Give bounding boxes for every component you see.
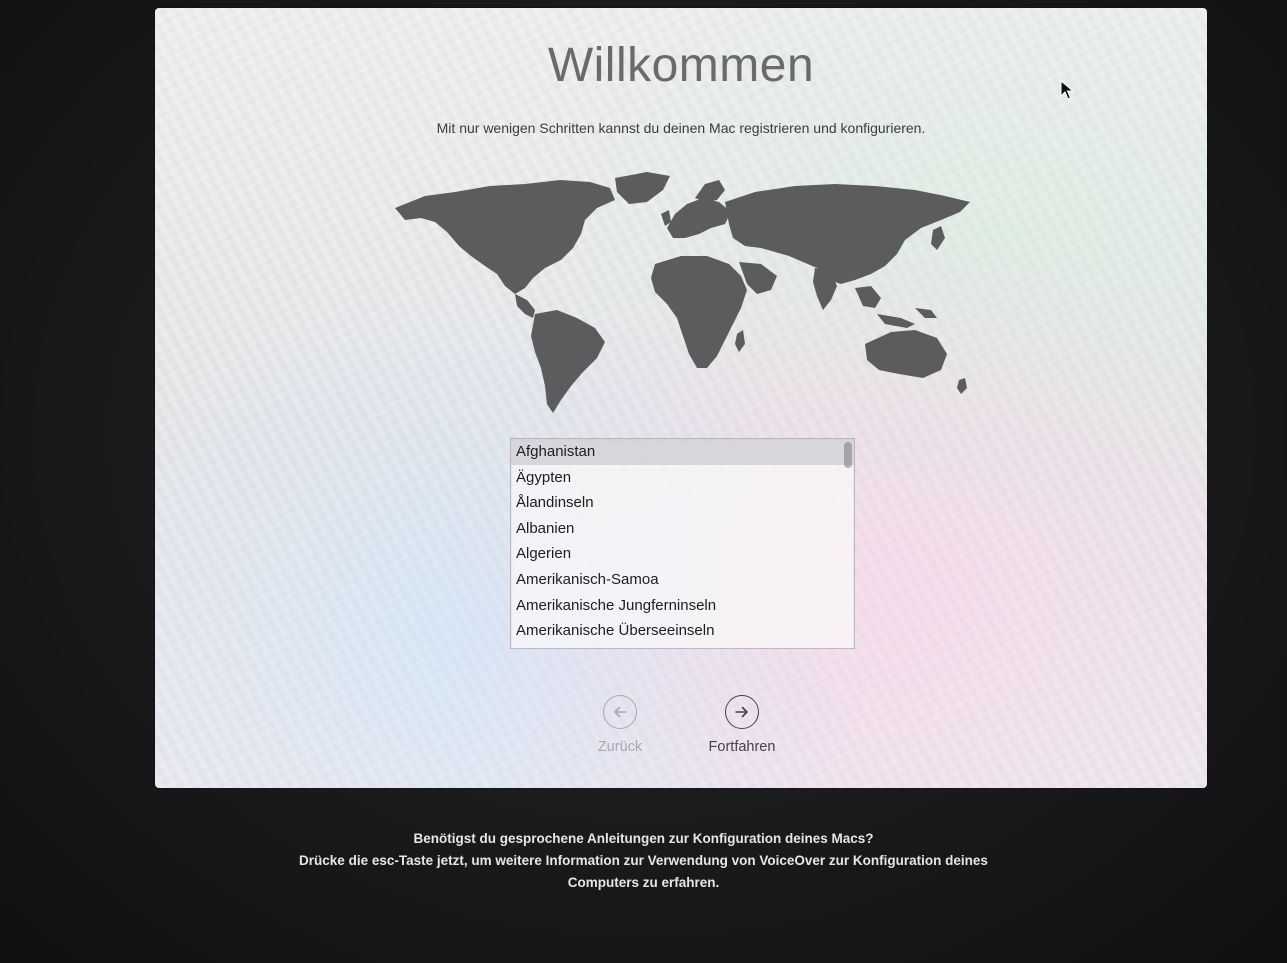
country-list-item[interactable]: Albanien	[511, 516, 854, 542]
map-australia	[865, 330, 947, 378]
map-north-america	[395, 180, 615, 294]
map-south-america	[531, 310, 605, 413]
country-list-item[interactable]: Ålandinseln	[511, 490, 854, 516]
continue-button[interactable]: Fortfahren	[687, 695, 797, 765]
map-europe	[667, 198, 731, 238]
country-list-item[interactable]: Algerien	[511, 541, 854, 567]
mouse-cursor-icon	[1060, 80, 1074, 100]
setup-panel: Willkommen Mit nur wenigen Schritten kan…	[155, 8, 1207, 788]
country-list-item[interactable]: Ägypten	[511, 465, 854, 491]
page-subtitle: Mit nur wenigen Schritten kannst du dein…	[436, 120, 926, 136]
voiceover-hint: Benötigst du gesprochene Anleitungen zur…	[0, 828, 1287, 894]
country-list-item[interactable]: Amerikanisch-Samoa	[511, 567, 854, 593]
setup-assistant-screen: Willkommen Mit nur wenigen Schritten kan…	[0, 0, 1287, 963]
map-new-zealand	[957, 378, 967, 394]
voiceover-hint-line: Computers zu erfahren.	[567, 875, 720, 890]
back-button-label: Zurück	[597, 739, 643, 755]
world-map	[395, 172, 970, 413]
map-africa	[651, 256, 747, 368]
voiceover-hint-line: Drücke die esc-Taste jetzt, um weitere I…	[299, 853, 988, 868]
country-list[interactable]: Afghanistan Ägypten Ålandinseln Albanien…	[510, 438, 855, 649]
continue-button-label: Fortfahren	[708, 739, 776, 755]
list-scrollbar[interactable]	[844, 442, 852, 468]
map-uk	[661, 210, 671, 226]
back-button[interactable]: Zurück	[565, 695, 675, 765]
arrow-right-circle-icon	[725, 695, 759, 729]
country-list-item[interactable]: Afghanistan	[511, 439, 854, 465]
map-central-america	[515, 294, 535, 318]
country-list-item[interactable]: Amerikanische Überseeinseln	[511, 618, 854, 644]
map-southeast-asia	[855, 286, 937, 328]
country-list-item[interactable]: Amerikanische Jungferninseln	[511, 593, 854, 619]
map-madagascar	[735, 330, 745, 352]
page-title: Willkommen	[547, 39, 815, 92]
arrow-left-circle-icon	[603, 695, 637, 729]
map-greenland	[615, 172, 670, 204]
voiceover-hint-line: Benötigst du gesprochene Anleitungen zur…	[413, 831, 874, 846]
map-scandinavia	[695, 180, 725, 202]
map-japan	[931, 226, 945, 250]
